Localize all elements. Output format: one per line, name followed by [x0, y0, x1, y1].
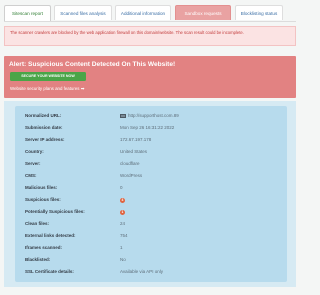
iframes-label: Iframes scanned:	[25, 245, 63, 250]
row-iframes-scanned: Iframes scanned: 1	[25, 243, 275, 253]
external-links-label: External links detected:	[25, 233, 76, 238]
report-tabs: Sitescan report Scanned files analysis A…	[4, 5, 296, 22]
row-blacklisted: Blacklisted: No	[25, 255, 275, 265]
potentially-suspicious-badge[interactable]: 1	[120, 209, 125, 215]
submission-date-value: Mon Sep 26 16:31:22 2022	[120, 125, 175, 130]
blacklisted-label: Blacklisted:	[25, 257, 51, 262]
alert-title: Alert: Suspicious Content Detected On Th…	[9, 61, 176, 68]
server-label: Server:	[25, 161, 41, 166]
row-potentially-suspicious-files: Potentially Suspicious files: 1	[25, 207, 275, 217]
row-submission-date: Submission date: Mon Sep 26 16:31:22 202…	[25, 123, 275, 133]
row-normalized-url: Normalized URL: http://supporthost.com.8…	[25, 111, 275, 121]
row-country: Country: United States	[25, 147, 275, 157]
potentially-suspicious-label: Potentially Suspicious files:	[25, 209, 85, 214]
scan-details-card: Normalized URL: http://supporthost.com.8…	[15, 106, 287, 282]
normalized-url-label: Normalized URL:	[25, 113, 62, 118]
tab-scanned-files-analysis[interactable]: Scanned files analysis	[54, 5, 112, 20]
tab-sandbox-requests[interactable]: Sandbox requests	[175, 5, 231, 20]
tab-blocklisting-status[interactable]: Blocklisting status	[235, 5, 283, 20]
cms-label: CMS:	[25, 173, 37, 178]
malicious-files-value: 0	[120, 185, 123, 190]
row-server-ip: Server IP address: 172.67.197.178	[25, 135, 275, 145]
flag-icon	[120, 113, 126, 118]
scan-details-panel: Normalized URL: http://supporthost.com.8…	[4, 101, 296, 287]
row-server: Server: cloudflare	[25, 159, 275, 169]
suspicious-files-label: Suspicious files:	[25, 197, 61, 202]
external-links-value: 754	[120, 233, 128, 238]
country-label: Country:	[25, 149, 44, 154]
row-external-links: External links detected: 754	[25, 231, 275, 241]
blacklisted-value: No	[120, 257, 126, 262]
arrow-right-icon: ➡	[80, 86, 85, 91]
suspicious-files-badge[interactable]: 4	[120, 197, 125, 203]
cms-value: WordPress	[120, 173, 143, 178]
row-malicious-files: Malicious files: 0	[25, 183, 275, 193]
normalized-url-value[interactable]: http://supporthost.com.89	[120, 111, 179, 121]
firewall-notice: The scanner crawlers are blocked by the …	[4, 26, 296, 46]
country-value: United States	[120, 149, 148, 154]
tab-sitescan-report[interactable]: Sitescan report	[4, 5, 51, 21]
row-suspicious-files: Suspicious files: 4	[25, 195, 275, 205]
iframes-value: 1	[120, 245, 123, 250]
malicious-files-label: Malicious files:	[25, 185, 58, 190]
ssl-label: SSL Certificate details:	[25, 269, 74, 274]
security-plans-link-text: Website security plans and features	[10, 86, 80, 91]
normalized-url-text: http://supporthost.com.89	[128, 113, 179, 118]
clean-files-label: Clean files:	[25, 221, 50, 226]
tab-additional-information[interactable]: Additional information	[115, 5, 171, 20]
server-ip-value: 172.67.197.178	[120, 137, 152, 142]
security-plans-link[interactable]: Website security plans and features ➡	[10, 86, 84, 92]
suspicious-content-alert: Alert: Suspicious Content Detected On Th…	[4, 56, 296, 98]
ssl-value: Available via API only	[120, 269, 163, 274]
clean-files-value: 24	[120, 221, 126, 226]
server-ip-label: Server IP address:	[25, 137, 65, 142]
secure-website-button[interactable]: SECURE YOUR WEBSITE NOW	[10, 72, 86, 81]
row-clean-files: Clean files: 24	[25, 219, 275, 229]
row-ssl-certificate: SSL Certificate details: Available via A…	[25, 267, 275, 277]
row-cms: CMS: WordPress	[25, 171, 275, 181]
server-value: cloudflare	[120, 161, 140, 166]
submission-date-label: Submission date:	[25, 125, 63, 130]
